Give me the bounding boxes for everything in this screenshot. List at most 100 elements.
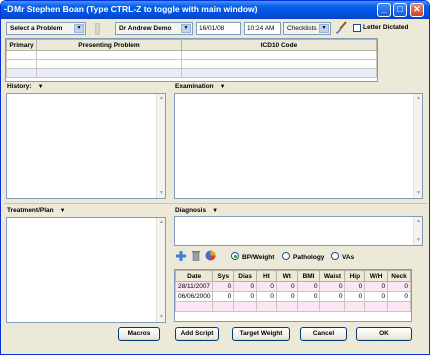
diagnosis-scrollbar[interactable]: ▲ ▼ bbox=[413, 217, 422, 245]
column-header[interactable]: Ht bbox=[256, 270, 277, 282]
table-row[interactable] bbox=[6, 68, 377, 78]
treatment-label-text: Treatment/Plan bbox=[7, 207, 54, 214]
doctor-select[interactable]: Dr Andrew Demo ▼ bbox=[115, 22, 193, 35]
diagnosis-textbox[interactable]: ▲ ▼ bbox=[174, 216, 423, 246]
pie-chart-icon[interactable] bbox=[205, 250, 216, 261]
time-field[interactable]: 10:24 AM bbox=[244, 22, 281, 35]
ok-button[interactable]: OK bbox=[356, 327, 412, 341]
radio-label: VAs bbox=[342, 254, 355, 261]
letter-dictated-label: Letter Dictated bbox=[363, 24, 409, 31]
table-cell: 0 bbox=[364, 281, 389, 292]
scroll-down-icon[interactable]: ▼ bbox=[415, 237, 422, 244]
paint-brush-icon[interactable] bbox=[334, 21, 348, 35]
table-row[interactable] bbox=[174, 301, 411, 312]
table-cell: 0 bbox=[256, 281, 277, 292]
column-header[interactable]: Presenting Problem bbox=[36, 39, 182, 51]
table-cell: 0 bbox=[275, 291, 298, 302]
table-row[interactable] bbox=[6, 59, 377, 69]
radio-vas[interactable]: VAs bbox=[331, 252, 354, 261]
scroll-up-icon[interactable]: ▲ bbox=[158, 95, 165, 102]
radio-label: Pathology bbox=[293, 254, 325, 261]
app-icon: -D bbox=[4, 4, 14, 14]
examination-scrollbar[interactable]: ▲ ▼ bbox=[413, 94, 422, 198]
table-cell: 0 bbox=[233, 281, 258, 292]
minimize-button[interactable]: _ bbox=[377, 3, 391, 17]
table-cell: 0 bbox=[387, 291, 411, 302]
radio-label: BP/Weight bbox=[242, 254, 275, 261]
chevron-down-icon: ▼ bbox=[219, 84, 226, 90]
close-button[interactable]: ✕ bbox=[410, 3, 424, 17]
scroll-down-icon[interactable]: ▼ bbox=[415, 190, 422, 197]
cancel-button[interactable]: Cancel bbox=[300, 327, 347, 341]
column-header[interactable]: Primary bbox=[6, 39, 37, 51]
vitals-grid[interactable]: Date Sys Dias Ht Wt BMI Waist Hip W/H Ne… bbox=[174, 269, 412, 322]
table-row[interactable]: 06/06/2000 0 0 0 0 0 0 0 0 0 bbox=[174, 291, 411, 302]
table-cell: 06/06/2000 bbox=[174, 291, 214, 302]
scroll-down-icon[interactable]: ▼ bbox=[158, 190, 165, 197]
table-cell: 0 bbox=[296, 291, 321, 302]
checklists-select[interactable]: Checklists ▼ bbox=[283, 22, 331, 35]
examination-textbox[interactable]: ▲ ▼ bbox=[174, 93, 423, 199]
table-cell: 0 bbox=[296, 281, 321, 292]
history-label[interactable]: History: ▼ bbox=[7, 83, 44, 90]
scroll-down-icon[interactable]: ▼ bbox=[158, 314, 165, 321]
table-cell: 0 bbox=[212, 281, 235, 292]
maximize-button[interactable]: □ bbox=[393, 3, 407, 17]
dialog-window: -D Mr Stephen Boan (Type CTRL-Z to toggl… bbox=[0, 0, 430, 355]
table-cell: 0 bbox=[344, 281, 366, 292]
radio-pathology[interactable]: Pathology bbox=[282, 252, 324, 261]
column-header[interactable]: Wt bbox=[275, 270, 298, 282]
column-header[interactable]: Sys bbox=[212, 270, 235, 282]
target-weight-button[interactable]: Target Weight bbox=[232, 327, 290, 341]
chevron-down-icon: ▼ bbox=[74, 24, 84, 33]
column-header[interactable]: W/H bbox=[364, 270, 389, 282]
title-bar[interactable]: -D Mr Stephen Boan (Type CTRL-Z to toggl… bbox=[1, 1, 429, 19]
chevron-down-icon: ▼ bbox=[319, 24, 329, 33]
history-textbox[interactable]: ▲ ▼ bbox=[6, 93, 166, 199]
diagnosis-label[interactable]: Diagnosis ▼ bbox=[175, 207, 218, 214]
table-cell: 0 bbox=[319, 281, 346, 292]
table-cell: 0 bbox=[364, 291, 389, 302]
chevron-down-icon: ▼ bbox=[181, 24, 191, 33]
divider bbox=[4, 203, 427, 204]
radio-bp-weight[interactable]: BP/Weight bbox=[231, 252, 274, 261]
scroll-up-icon[interactable]: ▲ bbox=[158, 219, 165, 226]
chevron-down-icon: ▼ bbox=[37, 84, 44, 90]
letter-dictated-checkbox[interactable] bbox=[353, 24, 361, 32]
examination-label[interactable]: Examination ▼ bbox=[175, 83, 226, 90]
doctor-select-value: Dr Andrew Demo bbox=[119, 25, 172, 32]
column-header[interactable]: BMI bbox=[296, 270, 321, 282]
toolbar-grip bbox=[95, 23, 100, 35]
date-field[interactable]: 16/01/08 bbox=[196, 22, 241, 35]
column-header[interactable]: ICD10 Code bbox=[181, 39, 377, 51]
table-row[interactable] bbox=[6, 50, 377, 60]
table-cell: 0 bbox=[387, 281, 411, 292]
trash-icon[interactable] bbox=[192, 250, 200, 262]
column-header[interactable]: Date bbox=[174, 270, 214, 282]
table-cell: 0 bbox=[256, 291, 277, 302]
history-label-text: History: bbox=[7, 83, 32, 90]
problems-grid[interactable]: Primary Presenting Problem ICD10 Code bbox=[5, 38, 378, 82]
column-header[interactable]: Hip bbox=[344, 270, 366, 282]
table-cell: 0 bbox=[319, 291, 346, 302]
radio-button bbox=[282, 252, 290, 260]
problem-select[interactable]: Select a Problem ▼ bbox=[6, 22, 86, 35]
scroll-up-icon[interactable]: ▲ bbox=[415, 95, 422, 102]
treatment-label[interactable]: Treatment/Plan ▼ bbox=[7, 207, 66, 214]
chevron-down-icon: ▼ bbox=[59, 208, 66, 214]
column-header[interactable]: Waist bbox=[319, 270, 346, 282]
radio-button bbox=[331, 252, 339, 260]
table-cell: 0 bbox=[233, 291, 258, 302]
scroll-up-icon[interactable]: ▲ bbox=[415, 218, 422, 225]
treatment-textbox[interactable]: ▲ ▼ bbox=[6, 217, 166, 323]
add-icon[interactable] bbox=[176, 251, 186, 261]
column-header[interactable]: Neck bbox=[387, 270, 411, 282]
table-row[interactable]: 28/11/2007 0 0 0 0 0 0 0 0 0 bbox=[174, 281, 411, 292]
examination-label-text: Examination bbox=[175, 83, 214, 90]
history-scrollbar[interactable]: ▲ ▼ bbox=[156, 94, 165, 198]
macros-button[interactable]: Macros bbox=[118, 327, 160, 341]
treatment-scrollbar[interactable]: ▲ ▼ bbox=[156, 218, 165, 322]
column-header[interactable]: Dias bbox=[233, 270, 258, 282]
add-script-button[interactable]: Add Script bbox=[175, 327, 219, 341]
window-title: Mr Stephen Boan (Type CTRL-Z to toggle w… bbox=[14, 4, 258, 14]
